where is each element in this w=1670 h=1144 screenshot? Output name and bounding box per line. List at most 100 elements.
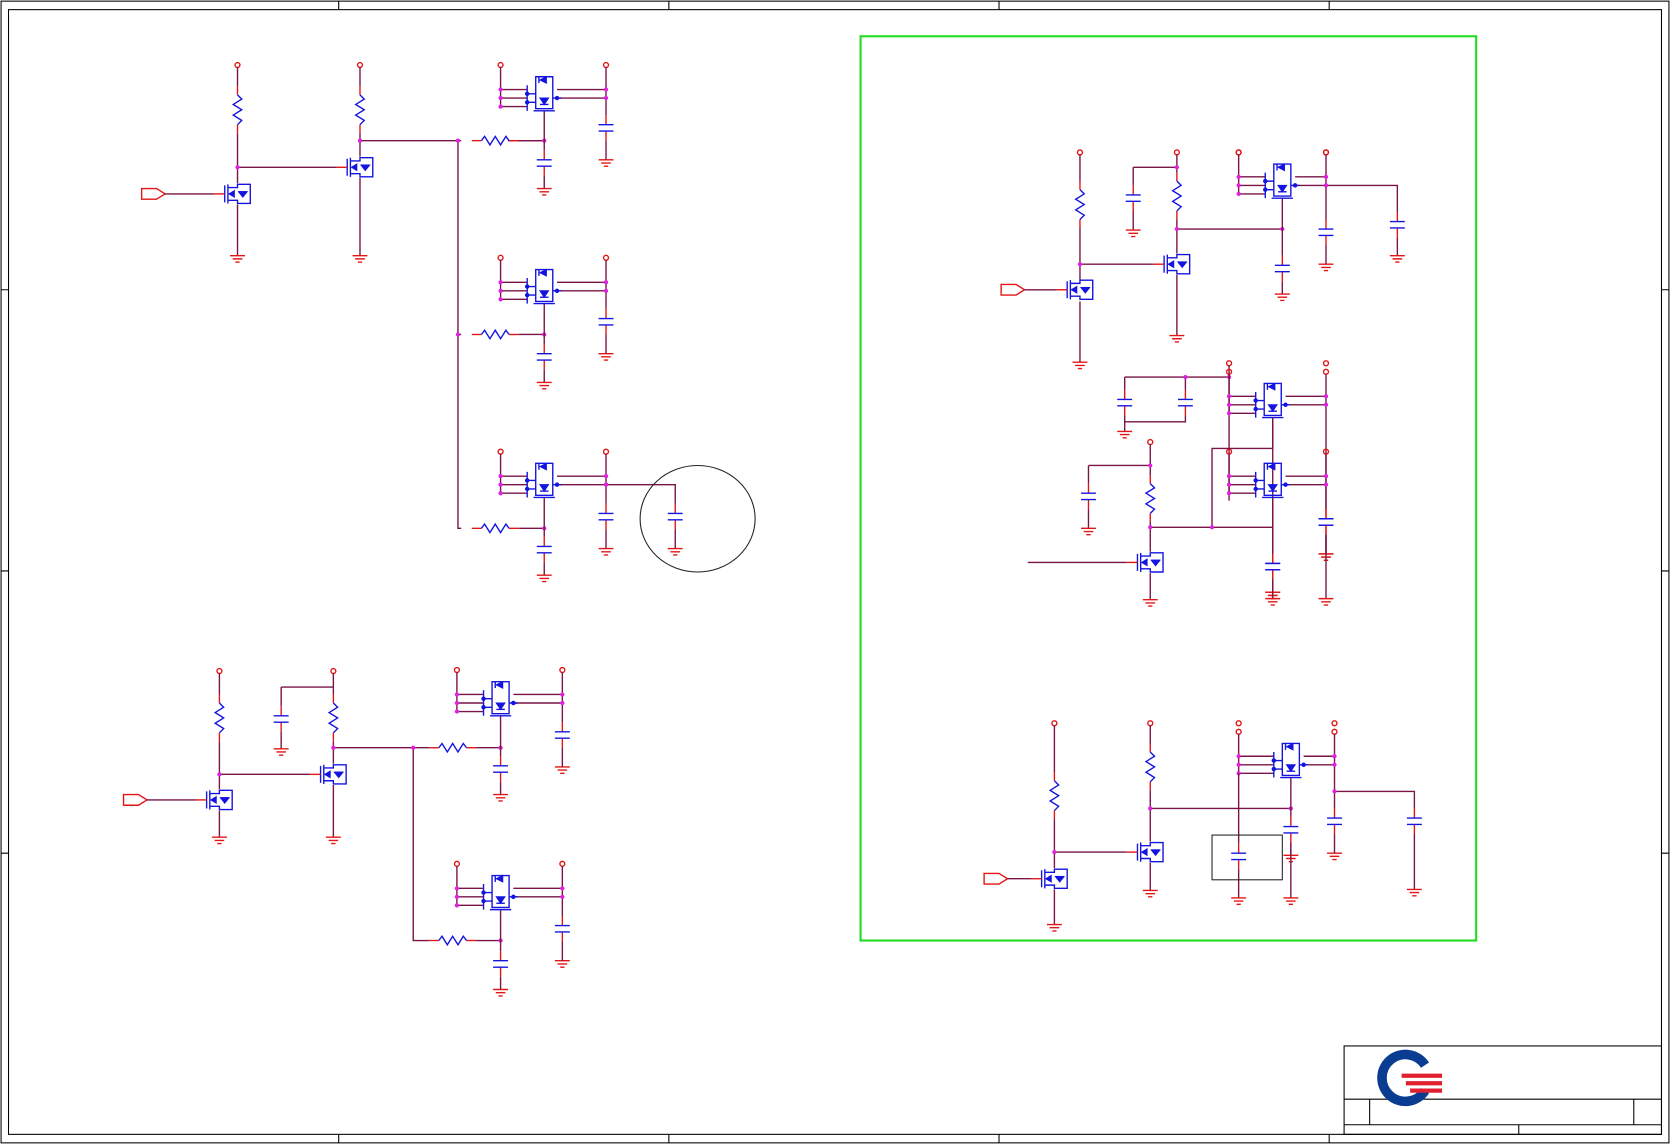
power-rail-symbol xyxy=(602,448,610,455)
junction-dot xyxy=(603,95,609,101)
sheet-border xyxy=(0,0,1670,1144)
wire xyxy=(280,686,334,707)
junction-dot xyxy=(560,692,565,697)
capacitor-symbol xyxy=(1326,807,1343,835)
power-rail-symbol xyxy=(497,254,504,261)
power-mosfet-symbol xyxy=(1271,742,1309,779)
power-rail-symbol xyxy=(1147,720,1154,727)
power-rail-symbol xyxy=(1331,728,1338,735)
wire xyxy=(1228,373,1256,414)
capacitor-symbol xyxy=(536,343,553,371)
junction-dot xyxy=(1323,183,1329,188)
ground-symbol xyxy=(1046,923,1063,932)
power-rail-symbol xyxy=(1235,149,1242,156)
wire xyxy=(1124,376,1230,390)
ground-symbol xyxy=(554,766,571,774)
junction-dot xyxy=(357,138,363,143)
capacitor-symbol xyxy=(1317,218,1335,246)
power-rail-symbol xyxy=(1322,149,1330,156)
ground-symbol xyxy=(492,988,509,997)
junction-dot xyxy=(1236,191,1241,197)
power-rail-symbol xyxy=(234,61,241,69)
schematic-sheet xyxy=(0,0,1670,1144)
junction-dot xyxy=(1236,174,1241,179)
input-port-symbol xyxy=(122,793,148,806)
junction-dot xyxy=(498,104,503,109)
ground-symbol xyxy=(1168,334,1186,343)
junction-dot xyxy=(1323,482,1329,487)
power-rail-symbol xyxy=(559,860,566,867)
junction-dot xyxy=(217,772,222,777)
capacitor-symbol xyxy=(1406,807,1423,835)
wire xyxy=(513,672,564,723)
capacitor-symbol xyxy=(554,721,571,749)
ground-symbol xyxy=(1071,361,1089,370)
power-mosfet-symbol xyxy=(524,462,562,499)
junction-dot xyxy=(1226,411,1232,416)
ground-symbol xyxy=(211,836,228,845)
nmos-transistor-symbol xyxy=(335,157,374,178)
ground-symbol xyxy=(325,836,342,845)
power-rail-symbol xyxy=(453,860,461,867)
junction-dot xyxy=(454,886,460,891)
power-rail-symbol xyxy=(216,667,223,675)
power-rail-symbol xyxy=(1331,720,1338,727)
capacitor-symbol xyxy=(1389,211,1406,239)
ground-symbol xyxy=(1142,889,1159,898)
capacitor-symbol xyxy=(1264,553,1281,581)
capacitor-symbol xyxy=(273,705,290,733)
ground-symbol xyxy=(1389,254,1406,263)
ground-symbol xyxy=(1142,598,1159,607)
junction-dot xyxy=(235,165,240,170)
resistor-symbol xyxy=(1145,474,1156,523)
junction-dot xyxy=(498,95,503,101)
wire xyxy=(557,67,607,116)
resistor-symbol xyxy=(1145,742,1156,792)
nmos-transistor-symbol xyxy=(1126,841,1164,863)
capacitor-symbol xyxy=(597,114,615,142)
junction-dot xyxy=(1332,789,1337,794)
power-rail-symbol xyxy=(602,254,610,261)
junction-dot xyxy=(1332,754,1337,759)
nmos-transistor-symbol xyxy=(1152,253,1191,275)
power-mosfet-symbol xyxy=(1253,462,1291,499)
capacitor-symbol xyxy=(492,755,509,783)
junction-dot xyxy=(1183,374,1188,380)
power-rail-symbol xyxy=(356,61,364,69)
junction-dot xyxy=(1236,754,1241,759)
wire xyxy=(499,67,528,108)
circuit-components xyxy=(122,61,1423,997)
wire xyxy=(1334,790,1416,809)
power-rail-symbol xyxy=(1225,360,1233,367)
power-rail-symbol xyxy=(497,61,504,69)
power-mosfet-symbol xyxy=(1262,163,1301,199)
wire xyxy=(1325,184,1399,213)
ground-symbol xyxy=(1406,888,1423,897)
ground-symbol xyxy=(597,159,615,167)
junction-dot xyxy=(560,886,565,891)
capacitor-symbol xyxy=(667,503,684,531)
junction-dot xyxy=(1148,806,1153,811)
power-rail-symbol xyxy=(1051,720,1058,727)
capacitor-symbol xyxy=(1317,508,1335,536)
ground-symbol xyxy=(536,187,553,196)
ground-symbol xyxy=(1317,597,1335,606)
nmos-transistor-symbol xyxy=(309,764,347,785)
junction-dot xyxy=(1323,394,1329,399)
wire xyxy=(456,865,484,907)
ground-symbol xyxy=(351,254,369,263)
junction-dot xyxy=(1236,183,1241,188)
wire xyxy=(1228,453,1256,494)
junction-dot xyxy=(1052,849,1057,855)
junction-dot xyxy=(498,482,503,487)
junction-dot xyxy=(1174,165,1180,170)
capacitor-symbol xyxy=(597,503,615,531)
resistor-symbol xyxy=(1049,771,1060,820)
junction-dot xyxy=(1148,463,1153,468)
ground-symbol xyxy=(1274,293,1291,302)
ground-symbol xyxy=(667,547,684,556)
junction-dot xyxy=(1226,402,1232,407)
wire xyxy=(1285,453,1327,510)
wire xyxy=(1087,464,1151,484)
nmos-transistor-symbol xyxy=(213,183,251,205)
